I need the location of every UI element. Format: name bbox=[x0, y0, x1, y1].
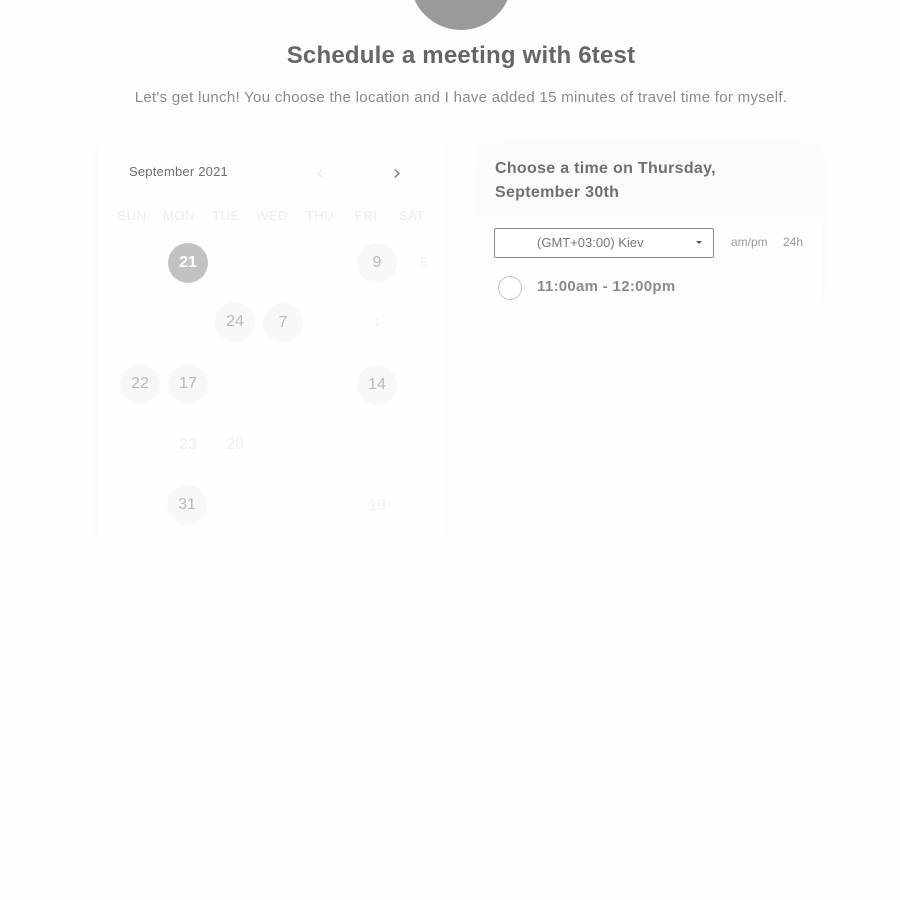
calendar-day-selected[interactable]: 21 bbox=[168, 243, 208, 283]
host-avatar bbox=[410, 0, 512, 30]
time-format-ampm-toggle[interactable]: am/pm bbox=[731, 235, 768, 249]
time-slot-radio[interactable] bbox=[498, 276, 522, 300]
time-panel-header: Choose a time on Thursday, September 30t… bbox=[478, 142, 822, 219]
calendar-day-disabled: 19 bbox=[368, 497, 386, 514]
calendar-month-label: September 2021 bbox=[129, 164, 228, 179]
time-slot-label: 11:00am - 12:00pm bbox=[537, 278, 676, 295]
time-slot-option[interactable]: 11:00am - 12:00pm bbox=[498, 276, 798, 300]
weekday-thu: THU bbox=[305, 208, 335, 223]
weekday-mon: MON bbox=[163, 208, 195, 223]
page-title: Schedule a meeting with 6test bbox=[286, 42, 636, 69]
time-format-24h-toggle[interactable]: 24h bbox=[783, 235, 803, 249]
timezone-value: (GMT+03:00) Kiev bbox=[537, 235, 644, 250]
weekday-fri: FRI bbox=[354, 208, 378, 223]
calendar-day[interactable]: 24 bbox=[215, 302, 255, 342]
previous-month-icon[interactable]: ‹ bbox=[308, 163, 332, 187]
weekday-sat: SAT bbox=[399, 208, 425, 223]
weekday-tue: TUE bbox=[212, 208, 240, 223]
weekday-wed: WED bbox=[256, 208, 288, 223]
selected-date-heading: Choose a time on Thursday, September 30t… bbox=[495, 160, 716, 201]
scheduler-page: Schedule a meeting with 6test Let's get … bbox=[0, 0, 900, 900]
next-month-icon[interactable]: › bbox=[385, 163, 409, 187]
calendar-day-disabled: 28 bbox=[226, 436, 244, 453]
calendar-day[interactable]: 14 bbox=[357, 365, 397, 405]
calendar-day-disabled: 23 bbox=[179, 436, 197, 453]
calendar-day-disabled: 1 bbox=[373, 317, 381, 329]
calendar-day-disabled: 5 bbox=[420, 255, 428, 270]
calendar-card: September 2021 ‹ › SUN MON TUE WED THU F… bbox=[98, 142, 445, 542]
meeting-description: Let's get lunch! You choose the location… bbox=[134, 89, 788, 106]
calendar-day[interactable]: 9 bbox=[357, 243, 397, 283]
calendar-day[interactable]: 31 bbox=[167, 485, 207, 525]
timezone-select[interactable]: (GMT+03:00) Kiev bbox=[494, 228, 714, 258]
time-selection-card: Choose a time on Thursday, September 30t… bbox=[478, 142, 822, 312]
calendar-day[interactable]: 17 bbox=[168, 364, 208, 404]
calendar-day[interactable]: 7 bbox=[263, 303, 303, 343]
weekday-sun: SUN bbox=[117, 208, 147, 223]
calendar-day[interactable]: 22 bbox=[120, 364, 160, 404]
chevron-down-icon bbox=[696, 241, 702, 244]
